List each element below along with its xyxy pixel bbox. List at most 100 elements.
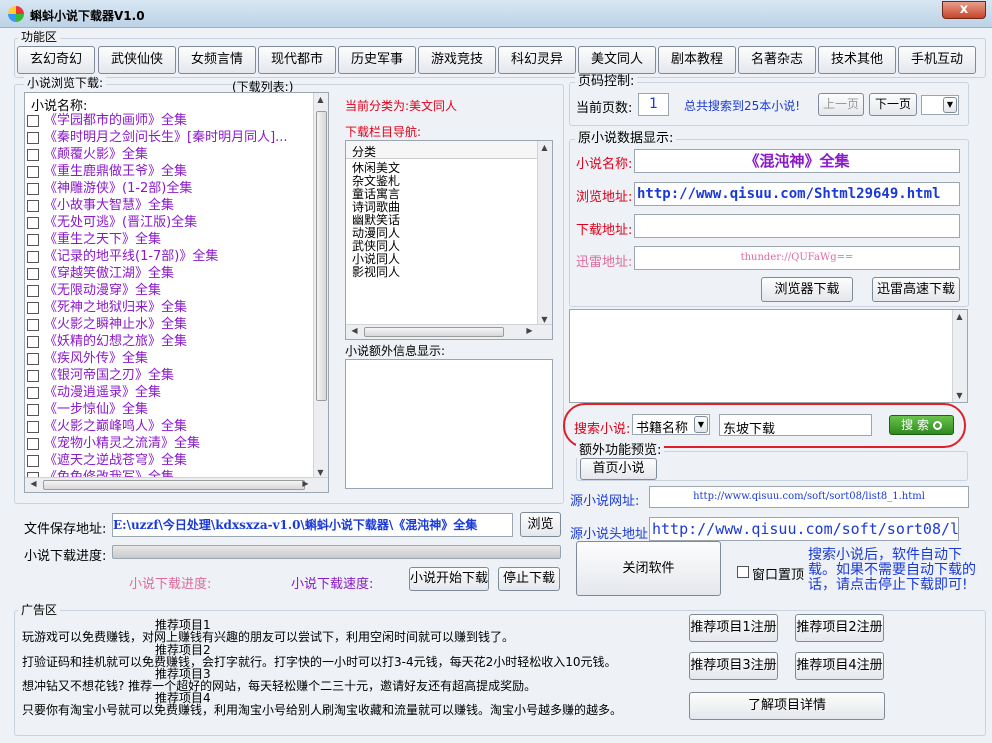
novel-checkbox[interactable] xyxy=(27,148,39,161)
project4-register-button[interactable]: 推荐项目4注册 xyxy=(795,652,884,680)
search-type-select[interactable]: 书籍名称 ▼ xyxy=(632,414,710,436)
category-list[interactable]: 分类 休闲美文 杂文鉴札 童话寓言 诗词歌曲 幽默笑话 动漫同人 武侠同人 小说同人 影视同人 … xyxy=(345,140,553,340)
novel-checkbox[interactable] xyxy=(27,114,39,127)
tab-1[interactable]: 玄幻奇幻 xyxy=(17,46,95,74)
project1-register-button[interactable]: 推荐项目1注册 xyxy=(689,614,778,642)
browse-url-field[interactable]: http://www.qisuu.com/Shtml29649.html xyxy=(634,182,960,206)
novel-name-field[interactable]: 《混沌神》全集 xyxy=(634,149,960,173)
next-page-button[interactable]: 下一页 xyxy=(869,93,917,116)
download-url-field[interactable] xyxy=(634,214,960,238)
novel-checkbox[interactable] xyxy=(27,369,39,382)
source-head-field[interactable]: http://www.qisuu.com/soft/sort08/l xyxy=(649,517,959,541)
scroll-down-icon[interactable]: ▼ xyxy=(953,391,966,400)
chevron-down-icon[interactable]: ▼ xyxy=(694,416,708,433)
novel-list-item[interactable]: 《秦时明月之剑问长生》[秦时明月同人]... xyxy=(25,129,313,146)
novel-checkbox[interactable] xyxy=(27,403,39,416)
browser-download-button[interactable]: 浏览器下载 xyxy=(761,277,853,302)
novel-checkbox[interactable] xyxy=(27,386,39,399)
output-textarea[interactable]: ▲ ▼ xyxy=(569,309,968,403)
novel-list-vscroll[interactable]: ▲ ▼ xyxy=(313,93,328,479)
tab-8[interactable]: 美文同人 xyxy=(578,46,656,74)
tab-5[interactable]: 历史军事 xyxy=(338,46,416,74)
novel-checkbox[interactable] xyxy=(27,216,39,229)
novel-list-item[interactable]: 《颠覆火影》全集 xyxy=(25,146,313,163)
source-url-field[interactable]: http://www.qisuu.com/soft/sort08/list8_1… xyxy=(649,486,969,508)
category-hscroll[interactable]: ◀ ▶ xyxy=(346,324,552,339)
novel-checkbox[interactable] xyxy=(27,165,39,178)
save-path-field[interactable]: E:\uzzf\今日处理\kdxsxza-v1.0\蝌蚪小说下载器\《混沌神》全… xyxy=(112,513,513,537)
search-input[interactable]: 东坡下载 xyxy=(719,414,872,437)
topmost-checkbox[interactable] xyxy=(737,566,749,578)
novel-list-item[interactable]: 《火影之巅峰鸣人》全集 xyxy=(25,418,313,435)
novel-list-item[interactable]: 《宠物小精灵之流清》全集 xyxy=(25,435,313,452)
project-details-button[interactable]: 了解项目详情 xyxy=(689,692,885,720)
novel-list-item[interactable]: 《重生鹿鼎做王爷》全集 xyxy=(25,163,313,180)
scroll-thumb[interactable] xyxy=(316,111,327,401)
project2-register-button[interactable]: 推荐项目2注册 xyxy=(795,614,884,642)
novel-checkbox[interactable] xyxy=(27,420,39,433)
novel-list-item[interactable]: 《疾风外传》全集 xyxy=(25,350,313,367)
scroll-right-icon[interactable]: ▶ xyxy=(299,479,312,488)
novel-list-item[interactable]: 《无限动漫穿》全集 xyxy=(25,282,313,299)
thunder-url-field[interactable]: thunder://QUFaWg== xyxy=(634,246,960,270)
scroll-right-icon[interactable]: ▶ xyxy=(523,326,536,335)
novel-list-item[interactable]: 《动漫逍遥录》全集 xyxy=(25,384,313,401)
tab-10[interactable]: 名著杂志 xyxy=(738,46,816,74)
novel-checkbox[interactable] xyxy=(27,250,39,263)
scroll-up-icon[interactable]: ▲ xyxy=(314,95,327,104)
novel-checkbox[interactable] xyxy=(27,301,39,314)
novel-list-item[interactable]: 《无处可逃》(晋江版)全集 xyxy=(25,214,313,231)
novel-list-item[interactable]: 《神雕游侠》(1-2部)全集 xyxy=(25,180,313,197)
tab-7[interactable]: 科幻灵异 xyxy=(498,46,576,74)
novel-checkbox[interactable] xyxy=(27,352,39,365)
hscroll-thumb[interactable] xyxy=(364,327,504,337)
home-novel-button[interactable]: 首页小说 xyxy=(580,458,657,480)
page-select[interactable]: ▼ xyxy=(921,95,959,115)
tab-12[interactable]: 手机互动 xyxy=(898,46,976,74)
category-vscroll[interactable]: ▲ ▼ xyxy=(537,141,552,326)
stop-download-button[interactable]: 停止下载 xyxy=(498,567,560,591)
novel-list-item[interactable]: 《遮天之逆战苍穹》全集 xyxy=(25,452,313,469)
novel-checkbox[interactable] xyxy=(27,335,39,348)
project3-register-button[interactable]: 推荐项目3注册 xyxy=(689,652,778,680)
novel-list-item[interactable]: 《重生之天下》全集 xyxy=(25,231,313,248)
novel-checkbox[interactable] xyxy=(27,318,39,331)
novel-checkbox[interactable] xyxy=(27,131,39,144)
search-button[interactable]: 搜 索 xyxy=(889,415,954,435)
browse-folder-button[interactable]: 浏览 xyxy=(520,512,561,537)
close-button[interactable]: x xyxy=(942,1,986,19)
close-app-button[interactable]: 关闭软件 xyxy=(576,541,721,596)
scroll-down-icon[interactable]: ▼ xyxy=(314,468,327,477)
novel-list-hscroll[interactable]: ◀ ▶ xyxy=(25,477,328,492)
scroll-down-icon[interactable]: ▼ xyxy=(538,315,551,324)
tab-6[interactable]: 游戏竞技 xyxy=(418,46,496,74)
novel-checkbox[interactable] xyxy=(27,284,39,297)
novel-checkbox[interactable] xyxy=(27,454,39,467)
scroll-left-icon[interactable]: ◀ xyxy=(348,326,361,335)
tab-4[interactable]: 现代都市 xyxy=(258,46,336,74)
novel-checkbox[interactable] xyxy=(27,182,39,195)
novel-list-item[interactable]: 《一步惊仙》全集 xyxy=(25,401,313,418)
tab-3[interactable]: 女频言情 xyxy=(178,46,256,74)
scroll-left-icon[interactable]: ◀ xyxy=(27,479,40,488)
chevron-down-icon[interactable]: ▼ xyxy=(943,97,957,113)
prev-page-button[interactable]: 上一页 xyxy=(818,93,864,116)
tab-11[interactable]: 技术其他 xyxy=(818,46,896,74)
scroll-up-icon[interactable]: ▲ xyxy=(953,312,966,321)
start-download-button[interactable]: 小说开始下载 xyxy=(409,567,489,591)
hscroll-thumb[interactable] xyxy=(43,480,305,490)
current-page-input[interactable]: 1 xyxy=(638,93,669,116)
novel-list-item[interactable]: 《记录的地平线(1-7部)》全集 xyxy=(25,248,313,265)
novel-checkbox[interactable] xyxy=(27,199,39,212)
novel-list[interactable]: 小说名称: 《学园都市的画师》全集 《秦时明月之剑问长生》[秦时明月同人]... 《… xyxy=(24,92,329,493)
novel-checkbox[interactable] xyxy=(27,437,39,450)
tab-2[interactable]: 武侠仙侠 xyxy=(98,46,176,74)
novel-list-item[interactable]: 《小故事大智慧》全集 xyxy=(25,197,313,214)
novel-list-item[interactable]: 《学园都市的画师》全集 xyxy=(25,112,313,129)
novel-list-item[interactable]: 《妖精的幻想之旅》全集 xyxy=(25,333,313,350)
output-vscroll[interactable]: ▲ ▼ xyxy=(952,310,967,402)
extra-info-box[interactable] xyxy=(345,359,553,489)
novel-list-item[interactable]: 《火影之瞬神止水》全集 xyxy=(25,316,313,333)
tab-9[interactable]: 剧本教程 xyxy=(658,46,736,74)
novel-checkbox[interactable] xyxy=(27,233,39,246)
